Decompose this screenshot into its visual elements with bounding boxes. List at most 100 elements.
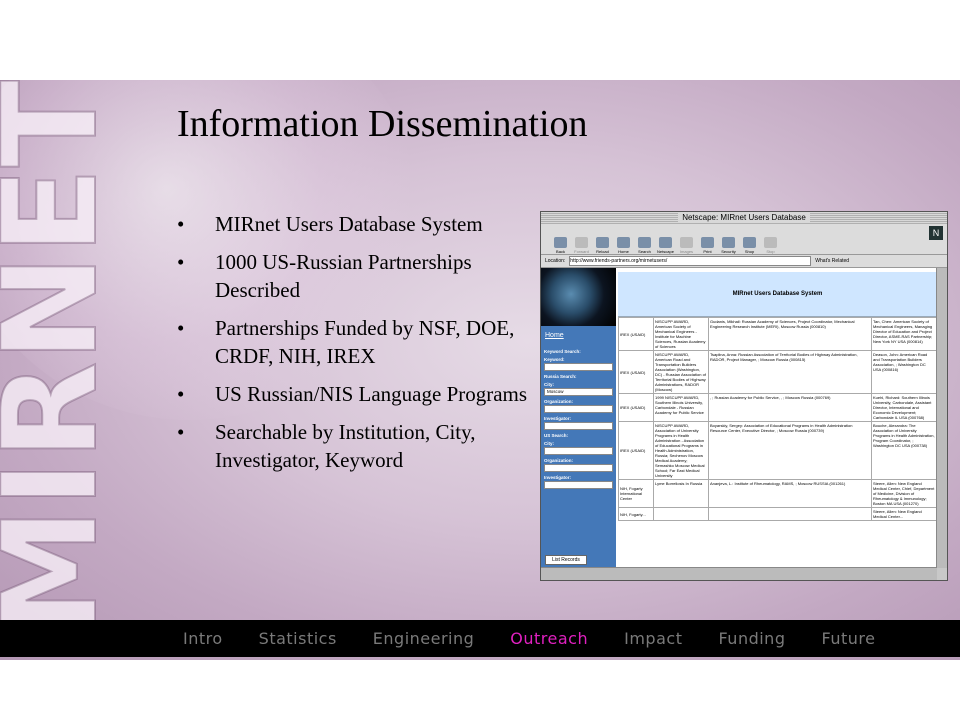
logo-mir-text: MIRNET: [0, 80, 126, 635]
back-button[interactable]: Back: [551, 237, 570, 254]
nav-engineering[interactable]: Engineering: [373, 629, 475, 648]
us-partner-cell: Bouche, Alexandra: The Association of Un…: [871, 421, 937, 480]
us-partner-cell: Kuehl, Richard: Southern Illinois Univer…: [871, 393, 937, 422]
browser-window-title: Netscape: MIRnet Users Database: [678, 213, 810, 222]
netscape-icon: [659, 237, 672, 248]
program-cell: [653, 507, 709, 521]
browser-content: Home Keyword Search: Keyword: Russia Sea…: [541, 268, 937, 568]
vertical-scrollbar[interactable]: [936, 268, 947, 568]
images-button[interactable]: Images: [677, 237, 696, 254]
location-bar: Location: http://www.friends-partners.or…: [541, 255, 947, 268]
home-link[interactable]: Home: [545, 332, 616, 346]
table-row: NIH, Fogarty International Center Lyme Bo…: [618, 479, 937, 508]
print-icon: [701, 237, 714, 248]
netscape-logo-icon: N: [929, 226, 943, 240]
bullet-item: • Partnerships Funded by NSF, DOE, CRDF, …: [177, 314, 537, 370]
list-records-button[interactable]: List Records: [545, 555, 587, 565]
keyword-input[interactable]: [544, 363, 613, 371]
shop-button[interactable]: Shop: [740, 237, 759, 254]
browser-toolbar: Back Forward Reload Home Search Netscape…: [541, 224, 947, 255]
location-label: Location:: [545, 258, 566, 264]
home-icon: [617, 237, 630, 248]
search-icon: [638, 237, 651, 248]
bullet-dot: •: [177, 420, 185, 444]
russia-investigator-input[interactable]: [544, 422, 613, 430]
mirnet-logo: MIRNET: [0, 80, 127, 636]
bullet-text: 1000 US-Russian Partnerships Described: [215, 250, 472, 302]
stop-icon: [764, 237, 777, 248]
nav-impact[interactable]: Impact: [624, 629, 682, 648]
us-partner-cell: Steere, Allen: New England Medical Cente…: [871, 507, 937, 521]
bullet-dot: •: [177, 212, 185, 236]
bullet-item: • MIRnet Users Database System: [177, 210, 537, 238]
horizontal-scrollbar[interactable]: [541, 567, 937, 580]
nav-future[interactable]: Future: [821, 629, 875, 648]
program-cell: Lyme Borreliosis In Russia: [653, 479, 709, 508]
russia-city-select[interactable]: Moscow: [544, 388, 613, 396]
url-field[interactable]: http://www.friends-partners.org/mirnetus…: [569, 256, 812, 266]
netscape-button[interactable]: Netscape: [656, 237, 675, 254]
search-button[interactable]: Search: [635, 237, 654, 254]
program-cell: NISCUPP AWARD, American Society of Mecha…: [653, 317, 709, 351]
table-row: IREX (USAID) NISCUPP AWARD, American Road…: [618, 350, 937, 394]
browser-screenshot: Netscape: MIRnet Users Database Back For…: [540, 211, 948, 581]
us-city-input[interactable]: [544, 447, 613, 455]
reload-icon: [596, 237, 609, 248]
russian-partner-cell: Gudanis, Mikhail: Russian Academy of Sci…: [708, 317, 872, 351]
russian-partner-cell: Tsaplina, Anna: Russian Association of T…: [708, 350, 872, 394]
us-investigator-input[interactable]: [544, 481, 613, 489]
security-button[interactable]: Security: [719, 237, 738, 254]
russia-organization-label: Organization:: [544, 399, 573, 404]
nav-statistics[interactable]: Statistics: [259, 629, 337, 648]
reload-button[interactable]: Reload: [593, 237, 612, 254]
print-button[interactable]: Print: [698, 237, 717, 254]
results-panel: MIRnet Users Database System IREX (USAID…: [618, 268, 937, 568]
russian-partner-cell: [708, 507, 872, 521]
slide-title: Information Dissemination: [177, 103, 588, 145]
funder-cell: NIH, Fogarty International Center: [618, 479, 654, 508]
us-partner-cell: Steere, Allen: New England Medical Cente…: [871, 479, 937, 508]
nav-outreach[interactable]: Outreach: [510, 629, 588, 648]
funder-cell: IREX (USAID): [618, 317, 654, 351]
us-organization-label: Organization:: [544, 458, 573, 463]
whats-related-button[interactable]: What's Related: [815, 255, 849, 267]
table-row: IREX (USAID) NISCUPP AWARD, American Soci…: [618, 317, 937, 351]
forward-icon: [575, 237, 588, 248]
russia-city-label: City:: [544, 382, 554, 387]
us-search-heading: US Search:: [544, 433, 569, 438]
russia-investigator-label: Investigator:: [544, 416, 572, 421]
home-button[interactable]: Home: [614, 237, 633, 254]
table-row: IREX (USAID) NISCUPP AWARD, Association o…: [618, 421, 937, 480]
russia-search-heading: Russia Search:: [544, 374, 577, 379]
funder-cell: IREX (USAID): [618, 421, 654, 480]
russian-partner-cell: Ananjeva, L.: Institute of Rheumatology,…: [708, 479, 872, 508]
us-city-label: City:: [544, 441, 554, 446]
bullet-text: Partnerships Funded by NSF, DOE, CRDF, N…: [215, 316, 515, 368]
table-row: IREX (USAID) 1999 NISCUPP AWARD, Southern…: [618, 393, 937, 422]
nav-intro[interactable]: Intro: [183, 629, 223, 648]
lock-icon: [722, 237, 735, 248]
bullet-text: US Russian/NIS Language Programs: [215, 382, 528, 406]
russian-partner-cell: , ; Russian Academy for Public Service, …: [708, 393, 872, 422]
program-cell: NISCUPP AWARD, Association of University…: [653, 421, 709, 480]
bullet-item: • Searchable by Institution, City, Invest…: [177, 418, 537, 474]
bullet-text: MIRnet Users Database System: [215, 212, 483, 236]
us-investigator-label: Investigator:: [544, 475, 572, 480]
nav-funding[interactable]: Funding: [718, 629, 785, 648]
bullet-item: • 1000 US-Russian Partnerships Described: [177, 248, 537, 304]
bullet-dot: •: [177, 316, 185, 340]
results-table: IREX (USAID) NISCUPP AWARD, American Soci…: [618, 317, 937, 521]
images-icon: [680, 237, 693, 248]
bullet-text: Searchable by Institution, City, Investi…: [215, 420, 476, 472]
us-organization-input[interactable]: [544, 464, 613, 472]
us-partner-cell: Tan, Chen: American Society of Mechanica…: [871, 317, 937, 351]
program-cell: NISCUPP AWARD, American Road and Transpo…: [653, 350, 709, 394]
russia-organization-input[interactable]: [544, 405, 613, 413]
bullet-dot: •: [177, 250, 185, 274]
forward-button[interactable]: Forward: [572, 237, 591, 254]
shop-icon: [743, 237, 756, 248]
section-nav-bar: Intro Statistics Engineering Outreach Im…: [0, 620, 960, 657]
earth-image: [541, 268, 616, 326]
search-sidebar: Home Keyword Search: Keyword: Russia Sea…: [541, 268, 616, 568]
stop-button[interactable]: Stop: [761, 237, 780, 254]
